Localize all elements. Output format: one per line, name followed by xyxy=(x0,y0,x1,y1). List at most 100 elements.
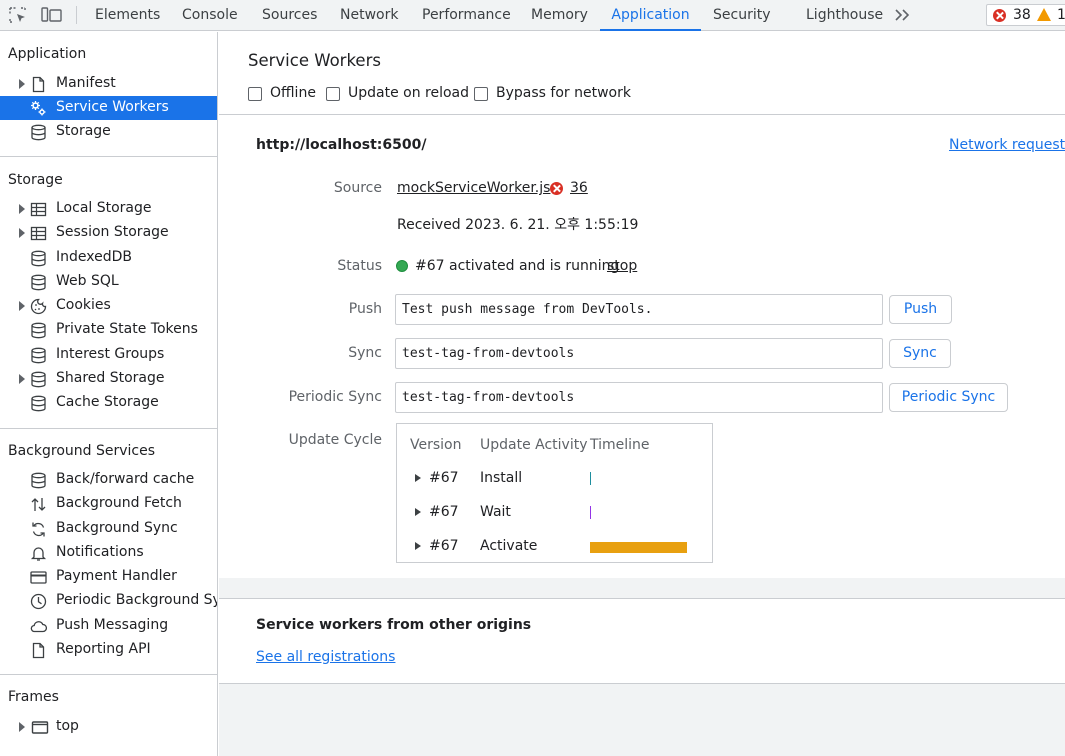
table-row[interactable]: #67 Install xyxy=(397,468,712,492)
sidebar-item-interest-groups[interactable]: Interest Groups xyxy=(0,343,217,367)
section-title-frames: Frames xyxy=(8,689,59,705)
table-row[interactable]: #67 Wait xyxy=(397,502,712,526)
database-icon xyxy=(31,250,46,267)
warning-icon xyxy=(1037,8,1051,21)
sidebar-item-label: Reporting API xyxy=(56,641,151,657)
panel-footer-background xyxy=(219,684,1065,756)
sidebar-item-cookies[interactable]: Cookies xyxy=(0,294,217,318)
sidebar-item-back-forward-cache[interactable]: Back/forward cache xyxy=(0,468,217,492)
tab-performance[interactable]: Performance xyxy=(422,0,511,31)
sidebar-item-push-messaging[interactable]: Push Messaging xyxy=(0,614,217,638)
tab-lighthouse[interactable]: Lighthouse xyxy=(806,0,883,31)
sync-icon xyxy=(32,522,45,537)
sidebar-item-label: Background Fetch xyxy=(56,495,182,511)
source-file-link[interactable]: mockServiceWorker.js xyxy=(397,180,550,196)
database-icon xyxy=(31,371,46,388)
sidebar-item-payment-handler[interactable]: Payment Handler xyxy=(0,565,217,589)
sidebar-item-cache-storage[interactable]: Cache Storage xyxy=(0,391,217,415)
sidebar-item-session-storage[interactable]: Session Storage xyxy=(0,221,217,245)
sidebar-item-indexeddb[interactable]: IndexedDB xyxy=(0,246,217,270)
expand-arrow-icon[interactable] xyxy=(19,204,25,214)
sidebar-item-background-fetch[interactable]: Background Fetch xyxy=(0,492,217,516)
sidebar-item-shared-storage[interactable]: Shared Storage xyxy=(0,367,217,391)
periodic-sync-tag-input[interactable]: test-tag-from-devtools xyxy=(395,382,883,413)
inspect-element-icon[interactable] xyxy=(9,7,27,23)
table-row[interactable]: #67 Activate xyxy=(397,536,712,560)
sidebar-item-label: Cache Storage xyxy=(56,394,159,410)
row-activity: Activate xyxy=(480,538,538,554)
sidebar-item-web-sql[interactable]: Web SQL xyxy=(0,270,217,294)
push-button[interactable]: Push xyxy=(889,295,952,324)
worker-origin: http://localhost:6500/ xyxy=(256,137,427,153)
column-header-timeline: Timeline xyxy=(590,437,650,453)
status-label: Status xyxy=(337,258,382,274)
credit-card-icon xyxy=(30,571,47,584)
received-timestamp: Received 2023. 6. 21. 오후 1:55:19 xyxy=(397,217,639,233)
sidebar-item-label: Push Messaging xyxy=(56,617,169,633)
sidebar-item-label: Service Workers xyxy=(56,99,169,115)
push-label: Push xyxy=(348,301,382,317)
row-activity: Wait xyxy=(480,504,511,520)
sidebar-item-reporting-api[interactable]: Reporting API xyxy=(0,638,217,662)
tab-memory[interactable]: Memory xyxy=(531,0,588,31)
expand-arrow-icon[interactable] xyxy=(19,228,25,238)
sidebar-item-label: Manifest xyxy=(56,75,116,91)
sidebar-item-service-workers[interactable]: Service Workers xyxy=(0,96,217,120)
expand-arrow-icon[interactable] xyxy=(19,722,25,732)
expand-arrow-icon[interactable] xyxy=(19,79,25,89)
checkbox-box[interactable] xyxy=(248,87,262,101)
error-count: 38 xyxy=(1013,7,1031,23)
database-icon xyxy=(31,322,46,339)
tab-application[interactable]: Application xyxy=(600,0,701,31)
sync-button[interactable]: Sync xyxy=(889,339,951,368)
running-status-dot-icon xyxy=(396,260,408,272)
more-tabs-chevron-icon[interactable] xyxy=(894,8,912,22)
section-divider xyxy=(0,674,217,675)
expand-arrow-icon[interactable] xyxy=(19,374,25,384)
sidebar-item-periodic-background-sync[interactable]: Periodic Background Sync xyxy=(0,589,217,613)
sidebar-item-label: Cookies xyxy=(56,297,111,313)
application-sidebar: Application Manifest Service Workers Sto… xyxy=(0,32,218,756)
sidebar-item-label: Interest Groups xyxy=(56,346,165,362)
stop-link[interactable]: stop xyxy=(607,258,637,274)
sidebar-item-notifications[interactable]: Notifications xyxy=(0,541,217,565)
error-icon xyxy=(993,9,1006,22)
gears-icon xyxy=(31,101,46,116)
issues-counter[interactable]: 38 1 xyxy=(986,4,1065,26)
toolbar-separator xyxy=(76,6,77,24)
sidebar-item-private-state-tokens[interactable]: Private State Tokens xyxy=(0,318,217,342)
panel-header: Service Workers Offline Update on reload… xyxy=(219,32,1065,115)
checkbox-label: Bypass for network xyxy=(496,85,631,101)
source-label: Source xyxy=(333,180,382,196)
expand-arrow-icon[interactable] xyxy=(415,542,421,550)
sidebar-item-background-sync[interactable]: Background Sync xyxy=(0,517,217,541)
source-error-count-link[interactable]: 36 xyxy=(570,180,588,196)
sidebar-item-frame-top[interactable]: top xyxy=(0,715,217,739)
document-icon xyxy=(32,76,45,93)
sidebar-item-local-storage[interactable]: Local Storage xyxy=(0,197,217,221)
network-requests-link[interactable]: Network requests xyxy=(949,137,1065,153)
tab-network[interactable]: Network xyxy=(340,0,398,31)
checkbox-label: Offline xyxy=(270,85,316,101)
checkbox-box[interactable] xyxy=(326,87,340,101)
sidebar-item-storage[interactable]: Storage xyxy=(0,120,217,144)
tab-elements[interactable]: Elements xyxy=(95,0,160,31)
tab-sources[interactable]: Sources xyxy=(262,0,317,31)
tab-console[interactable]: Console xyxy=(182,0,238,31)
expand-arrow-icon[interactable] xyxy=(415,508,421,516)
see-all-registrations-link[interactable]: See all registrations xyxy=(256,649,395,665)
tab-security[interactable]: Security xyxy=(713,0,771,31)
sidebar-item-label: Payment Handler xyxy=(56,568,177,584)
device-toolbar-icon[interactable] xyxy=(41,7,63,23)
periodic-sync-button[interactable]: Periodic Sync xyxy=(889,383,1008,412)
sidebar-item-manifest[interactable]: Manifest xyxy=(0,72,217,96)
expand-arrow-icon[interactable] xyxy=(415,474,421,482)
sidebar-item-label: Private State Tokens xyxy=(56,321,198,337)
expand-arrow-icon[interactable] xyxy=(19,301,25,311)
push-message-input[interactable]: Test push message from DevTools. xyxy=(395,294,883,325)
checkbox-box[interactable] xyxy=(474,87,488,101)
sidebar-item-label: Background Sync xyxy=(56,520,178,536)
status-text: #67 activated and is running xyxy=(415,258,620,274)
sync-tag-input[interactable]: test-tag-from-devtools xyxy=(395,338,883,369)
section-divider xyxy=(0,428,217,429)
